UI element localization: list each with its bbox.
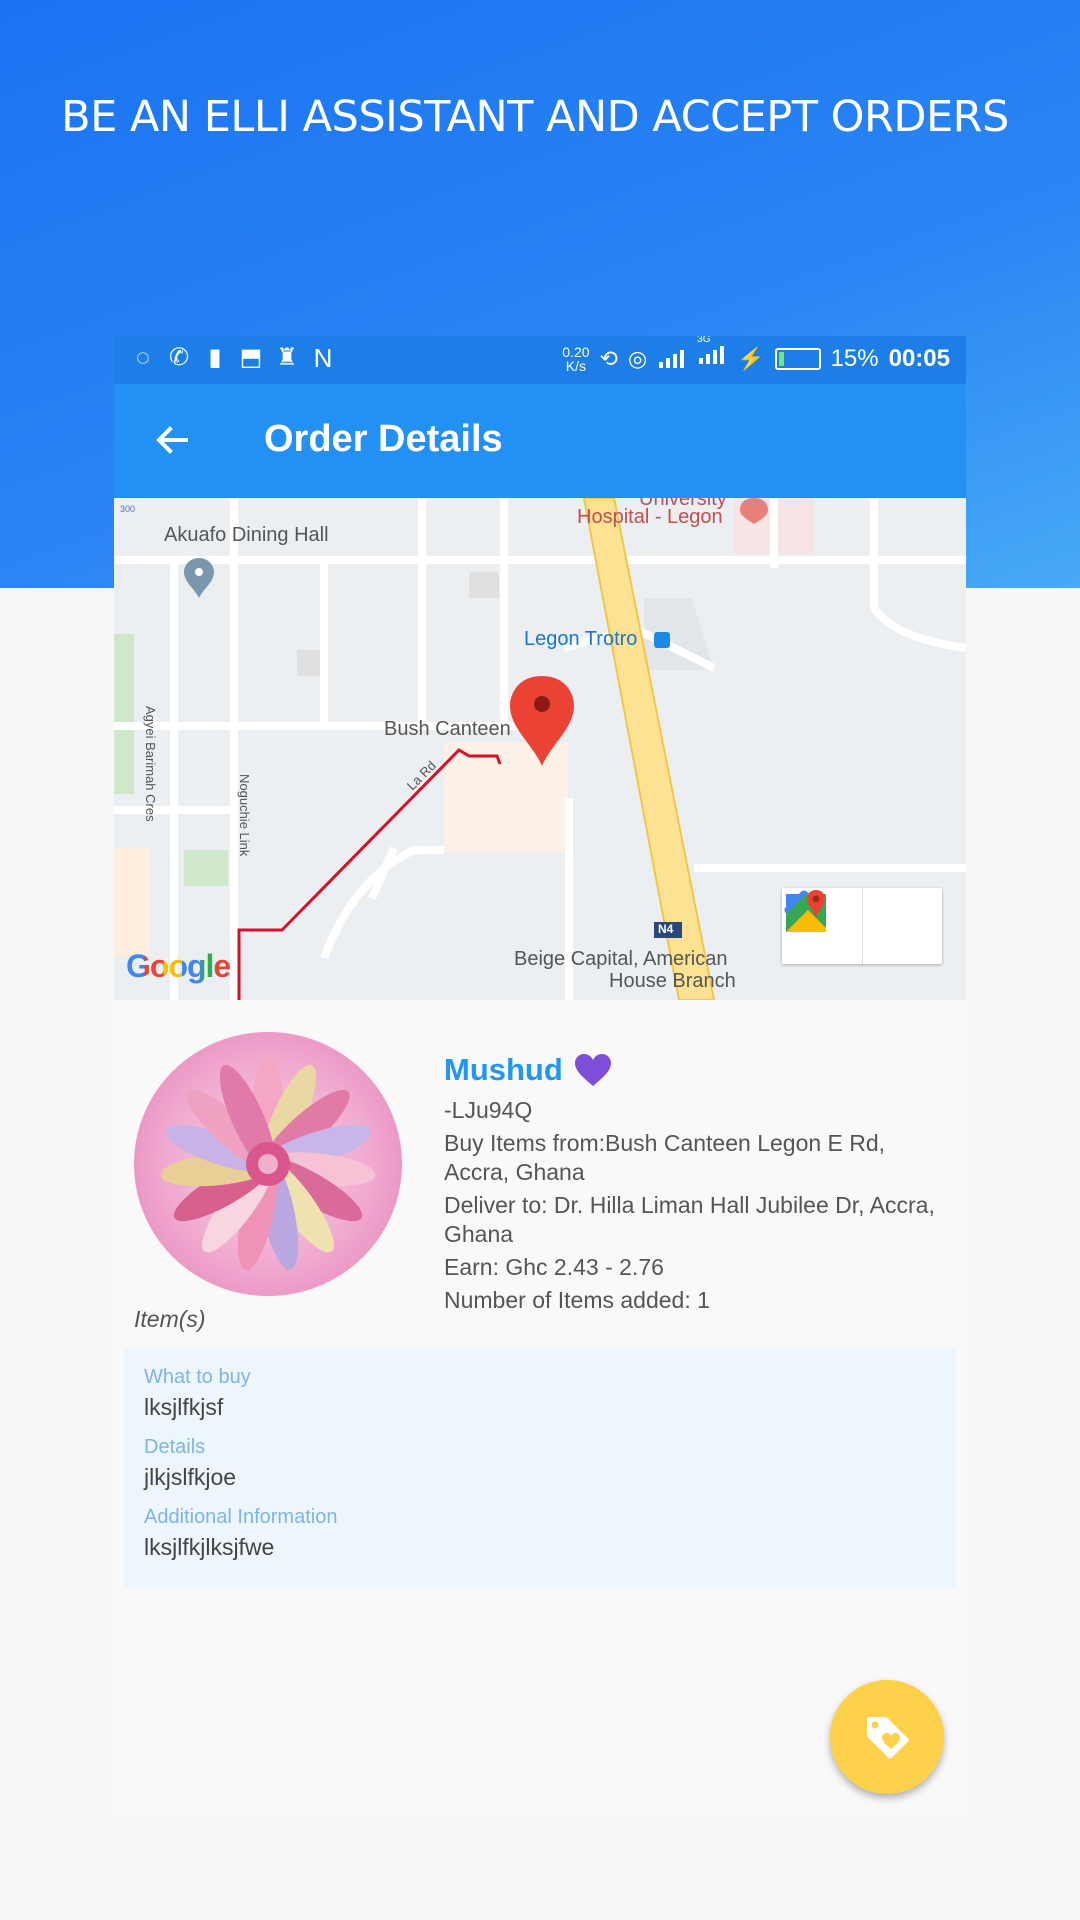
network-speed: 0.20 K/s [562, 345, 589, 373]
accept-order-fab[interactable] [830, 1680, 944, 1794]
customer-name-row: Mushud [444, 1052, 613, 1088]
map-label-n4: N4 [658, 922, 674, 936]
item-card: What to buy lksjlfkjsf Details jlkjslfkj… [124, 1348, 956, 1588]
back-arrow-icon[interactable] [150, 418, 194, 462]
app-bar: Order Details [114, 384, 966, 498]
signal-3g: 3G [697, 336, 727, 373]
status-left-icons: ◌ ✆ ▮ ⬒ ♜ N [130, 343, 336, 373]
what-to-buy-label: What to buy [144, 1366, 251, 1388]
order-info: -LJu94Q Buy Items from:Bush Canteen Lego… [444, 1096, 944, 1319]
map-label-trotro: Legon Trotro [524, 628, 638, 650]
n-icon: N [313, 343, 333, 373]
map-label-stop: 300 [120, 504, 136, 514]
avatar [134, 1032, 402, 1296]
download-icon: ⬒ [239, 344, 263, 371]
details-label: Details [144, 1436, 206, 1458]
google-logo-text: Google [126, 948, 231, 984]
charging-icon: ⚡ [737, 345, 765, 371]
tag-heart-icon [867, 1717, 909, 1759]
map-label-noguchie: Noguchie Link [237, 774, 252, 857]
hero-title: BE AN ELLI ASSISTANT AND ACCEPT ORDERS [61, 92, 1009, 142]
order-code: -LJu94Q [444, 1097, 533, 1123]
rotate-icon: ⟲ [599, 345, 618, 371]
map-label-agyei: Agyei Barimah Cres [143, 706, 158, 822]
page-title: Order Details [264, 418, 503, 460]
avatar-flower-image [160, 1056, 376, 1270]
map-label-beige-2: House Branch [609, 970, 736, 992]
open-in-maps-button[interactable] [786, 888, 943, 964]
network-speed-unit: K/s [565, 357, 586, 374]
what-to-buy-value: lksjlfkjsf [144, 1394, 224, 1420]
clock: 00:05 [888, 344, 950, 372]
phone-screen: ◌ ✆ ▮ ⬒ ♜ N 0.20 K/s ⟲ ◎ 3G ⚡ 15% 00:05 [114, 336, 966, 1816]
map-toolbar [782, 888, 942, 964]
order-card: Mushud -LJu94Q Buy Items from:Bush Cante… [114, 1000, 966, 1816]
network-speed-value: 0.20 [562, 343, 590, 360]
network-type: 3G [697, 336, 711, 345]
status-bar: ◌ ✆ ▮ ⬒ ♜ N 0.20 K/s ⟲ ◎ 3G ⚡ 15% 00:05 [114, 336, 966, 384]
sync-icon: ◌ [135, 344, 151, 371]
customer-name: Mushud [444, 1052, 563, 1087]
status-right: 0.20 K/s ⟲ ◎ 3G ⚡ 15% 00:05 [562, 336, 950, 373]
additional-info-label: Additional Information [144, 1506, 338, 1528]
signal-2-icon [699, 346, 725, 364]
cleaner-icon: ♜ [276, 344, 298, 371]
signal-icon [659, 349, 685, 368]
additional-info-value: lksjlfkjlksjfwe [144, 1534, 275, 1560]
deliver-to: Deliver to: Dr. Hilla Liman Hall Jubilee… [444, 1192, 935, 1247]
battery-icon [774, 347, 821, 370]
battery-percent: 15% [830, 344, 879, 372]
heart-icon[interactable] [573, 1053, 613, 1087]
items-count: Number of Items added: 1 [444, 1287, 710, 1313]
items-section-label: Item(s) [134, 1306, 206, 1332]
location-icon: ◎ [627, 345, 648, 371]
whatsapp-icon: ✆ [168, 344, 190, 371]
earn: Earn: Ghc 2.43 - 2.76 [444, 1254, 664, 1280]
google-maps-icon [786, 890, 826, 932]
map-label-bush-canteen: Bush Canteen [384, 718, 511, 740]
map-view[interactable]: University Hospital - Legon Akuafo Dinin… [114, 498, 966, 1000]
buy-from: Buy Items from:Bush Canteen Legon E Rd, … [444, 1130, 886, 1185]
sim-icon: ▮ [208, 344, 222, 371]
map-label-hospital: Hospital - Legon [577, 506, 723, 528]
details-value: jlkjslfkjoe [144, 1464, 237, 1490]
google-logo: Google [126, 948, 231, 985]
map-label-beige-1: Beige Capital, American [514, 948, 728, 970]
map-label-akuafo: Akuafo Dining Hall [164, 524, 329, 546]
